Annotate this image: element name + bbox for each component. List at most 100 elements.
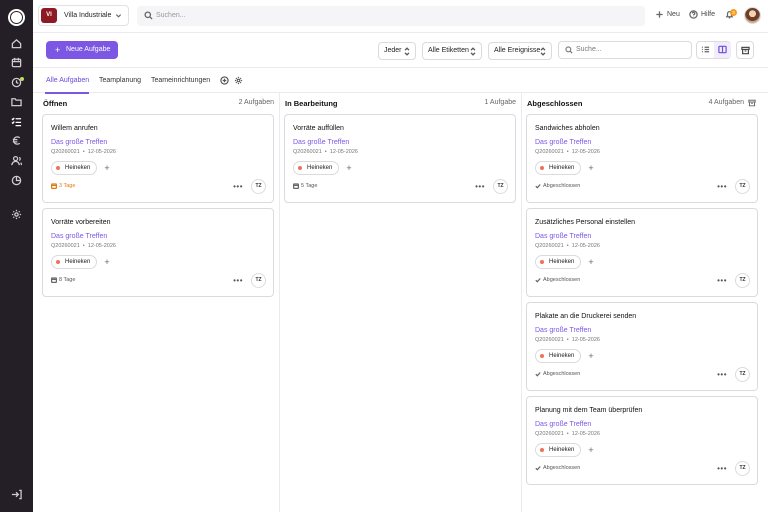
add-tab-icon[interactable] <box>220 76 229 85</box>
more-options-icon[interactable]: ••• <box>475 182 485 191</box>
task-search-input[interactable]: Suche... <box>558 41 692 59</box>
help-button[interactable]: Hilfe <box>701 11 715 18</box>
board-view-button[interactable] <box>714 42 731 58</box>
more-options-icon[interactable]: ••• <box>717 464 727 473</box>
logout-icon[interactable] <box>11 489 22 500</box>
add-label-button[interactable]: + <box>586 257 596 267</box>
label-chip[interactable]: Heineken <box>51 255 98 269</box>
board-view-icon <box>718 45 727 54</box>
tab-all-tasks[interactable]: Alle Aufgaben <box>46 77 89 84</box>
task-event-link[interactable]: Das große Treffen <box>535 421 591 428</box>
add-label-button[interactable]: + <box>586 351 596 361</box>
assignee-avatar[interactable]: TZ <box>735 273 750 288</box>
reports-icon[interactable] <box>11 175 22 186</box>
check-icon <box>535 465 541 471</box>
task-card[interactable]: Sandwiches abholen Das große Treffen Q2026… <box>526 114 758 203</box>
assignee-avatar[interactable]: TZ <box>493 179 508 194</box>
help-icon[interactable] <box>689 10 698 19</box>
assignee-avatar[interactable]: TZ <box>251 179 266 194</box>
task-footer-text: 5 Tage <box>301 183 318 189</box>
new-button[interactable]: Neu <box>667 11 680 18</box>
label-chip[interactable]: Heineken <box>51 161 98 175</box>
label-text: Heineken <box>549 447 575 453</box>
add-label-button[interactable]: + <box>586 163 596 173</box>
sidebar <box>0 0 33 512</box>
task-event-link[interactable]: Das große Treffen <box>535 233 591 240</box>
list-view-button[interactable] <box>697 42 714 58</box>
label-text: Heineken <box>549 353 575 359</box>
assignee-avatar[interactable]: TZ <box>251 273 266 288</box>
label-text: Heineken <box>65 165 91 171</box>
calendar-icon[interactable] <box>11 57 22 68</box>
app-logo[interactable] <box>8 9 25 26</box>
notification-dot <box>20 77 24 81</box>
task-date: 12-05-2026 <box>571 149 600 155</box>
add-label-button[interactable]: + <box>102 163 112 173</box>
tab-team-settings[interactable]: Teameinrichtungen <box>151 77 210 84</box>
add-label-button[interactable]: + <box>344 163 354 173</box>
task-code: Q20260021 <box>535 149 564 155</box>
gear-icon[interactable] <box>234 76 243 85</box>
events-filter-select[interactable]: Alle Ereignisse <box>488 42 552 60</box>
check-icon <box>535 371 541 377</box>
folder-icon[interactable] <box>11 96 22 107</box>
column-count-in-progress: 1 Aufgabe <box>484 99 516 106</box>
global-search-input[interactable]: Suchen... <box>137 6 645 26</box>
archive-icon[interactable] <box>748 99 756 107</box>
task-date: 12-05-2026 <box>87 149 116 155</box>
task-event-link[interactable]: Das große Treffen <box>51 233 107 240</box>
home-icon[interactable] <box>11 38 22 49</box>
assignee-avatar[interactable]: TZ <box>735 179 750 194</box>
labels-filter-select[interactable]: Alle Etiketten <box>422 42 482 60</box>
search-icon <box>144 11 153 20</box>
tab-team-planning[interactable]: Teamplanung <box>99 77 141 84</box>
contacts-icon[interactable] <box>11 155 23 166</box>
task-meta: Q20260021 • 12-05-2026 <box>293 149 358 155</box>
assignee-avatar[interactable]: TZ <box>735 461 750 476</box>
venue-selector[interactable]: VI Villa Industriale <box>38 5 129 26</box>
new-task-button[interactable]: + Neue Aufgabe <box>46 41 118 59</box>
label-chip[interactable]: Heineken <box>535 255 582 269</box>
sort-arrows-icon <box>404 47 410 56</box>
more-options-icon[interactable]: ••• <box>233 276 243 285</box>
task-card[interactable]: Planung mit dem Team überprüfen Das große… <box>526 396 758 485</box>
calendar-icon <box>293 183 300 190</box>
settings-icon[interactable] <box>11 209 22 220</box>
label-chip[interactable]: Heineken <box>535 161 582 175</box>
task-footer-status: 3 Tage <box>51 183 76 190</box>
tasks-icon[interactable] <box>11 116 22 127</box>
task-card[interactable]: Willem anrufen Das große Treffen Q20260021… <box>42 114 274 203</box>
task-event-link[interactable]: Das große Treffen <box>535 327 591 334</box>
more-options-icon[interactable]: ••• <box>717 370 727 379</box>
task-card[interactable]: Zusätzliches Personal einstellen Das groß… <box>526 208 758 297</box>
labels-filter-value: Alle Etiketten <box>428 47 469 54</box>
plus-icon[interactable] <box>655 10 664 19</box>
assignee-avatar[interactable]: TZ <box>735 367 750 382</box>
task-event-link[interactable]: Das große Treffen <box>293 139 349 146</box>
label-dot <box>540 166 544 170</box>
meta-separator: • <box>79 149 88 155</box>
task-code: Q20260021 <box>51 243 80 249</box>
user-avatar[interactable] <box>744 7 761 24</box>
euro-icon[interactable] <box>11 135 22 146</box>
more-options-icon[interactable]: ••• <box>717 276 727 285</box>
archive-button[interactable] <box>736 41 754 59</box>
label-chip[interactable]: Heineken <box>293 161 340 175</box>
task-card[interactable]: Vorräte vorbereiten Das große Treffen Q202… <box>42 208 274 297</box>
more-options-icon[interactable]: ••• <box>233 182 243 191</box>
task-footer-text: 3 Tage <box>59 183 76 189</box>
label-chip[interactable]: Heineken <box>535 443 582 457</box>
task-code: Q20260021 <box>535 337 564 343</box>
more-options-icon[interactable]: ••• <box>717 182 727 191</box>
assignee-filter-select[interactable]: Jeder <box>378 42 416 60</box>
label-chip[interactable]: Heineken <box>535 349 582 363</box>
task-card[interactable]: Vorräte auffüllen Das große Treffen Q20260… <box>284 114 516 203</box>
calendar-icon <box>51 277 58 284</box>
task-event-link[interactable]: Das große Treffen <box>535 139 591 146</box>
task-title: Plakate an die Druckerei senden <box>535 313 637 320</box>
add-label-button[interactable]: + <box>586 445 596 455</box>
label-text: Heineken <box>549 165 575 171</box>
task-card[interactable]: Plakate an die Druckerei senden Das große… <box>526 302 758 391</box>
add-label-button[interactable]: + <box>102 257 112 267</box>
task-event-link[interactable]: Das große Treffen <box>51 139 107 146</box>
